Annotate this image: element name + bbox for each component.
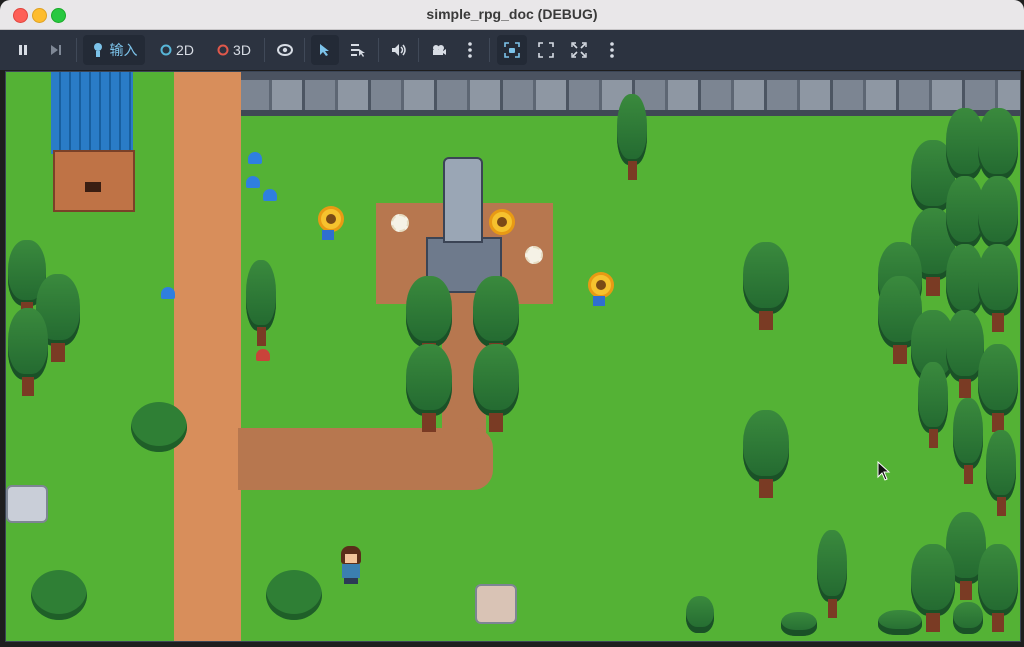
house-window: [85, 182, 101, 192]
blue-mushroom: [248, 152, 262, 164]
pine-tree: [918, 362, 948, 448]
input-toggle-button[interactable]: 输入: [83, 35, 145, 65]
pine-tree: [743, 410, 789, 498]
title-bar: simple_rpg_doc (DEBUG): [0, 0, 1024, 30]
pine-tree: [743, 242, 789, 330]
pause-button[interactable]: [10, 35, 36, 65]
blue-mushroom: [263, 189, 277, 201]
sunflower: [489, 209, 515, 235]
pine-tree: [878, 610, 922, 641]
expand-button[interactable]: [565, 35, 593, 65]
more-options-button[interactable]: [600, 35, 624, 65]
mute-button[interactable]: [385, 35, 413, 65]
pine-tree: [617, 94, 647, 180]
list-select-icon: [351, 44, 365, 57]
flower-pot: [593, 296, 605, 306]
pine-tree: [8, 308, 48, 396]
fullscreen-button[interactable]: [532, 35, 560, 65]
house-roof: [51, 72, 133, 154]
3d-icon: [217, 44, 229, 56]
pine-tree: [978, 344, 1018, 432]
more-icon: [468, 42, 472, 58]
pine-tree: [406, 344, 452, 432]
visibility-button[interactable]: [271, 35, 299, 65]
input-label: 输入: [109, 42, 138, 58]
daisy: [525, 246, 543, 264]
pine-tree: [953, 398, 983, 484]
pine-tree: [986, 430, 1016, 516]
pine-tree: [953, 602, 983, 641]
mode-3d-button[interactable]: 3D: [209, 35, 259, 65]
house: [51, 72, 135, 212]
dirt-path-horizontal: [238, 428, 493, 490]
sunflower: [588, 272, 614, 298]
fullscreen-icon: [538, 42, 554, 58]
daisy: [391, 214, 409, 232]
debug-toolbar: 输入 2D 3D: [0, 30, 1024, 70]
eye-icon: [277, 44, 293, 56]
window-title: simple_rpg_doc (DEBUG): [426, 6, 598, 22]
list-select-button[interactable]: [344, 35, 372, 65]
2d-icon: [160, 44, 172, 56]
player-character: [338, 546, 364, 584]
camera-icon: [433, 45, 446, 55]
house-wall: [53, 150, 135, 212]
camera-override-button[interactable]: [497, 35, 527, 65]
game-viewport[interactable]: [5, 71, 1021, 642]
input-icon: [93, 43, 102, 57]
camera-button[interactable]: [425, 35, 453, 65]
more-icon: [610, 42, 614, 58]
dirt-path-vertical: [174, 72, 241, 641]
sunflower: [318, 206, 344, 232]
pine-tree: [686, 596, 714, 641]
rock: [6, 485, 48, 523]
blue-mushroom: [161, 287, 175, 299]
next-frame-icon: [51, 45, 61, 55]
flower-bush: [266, 570, 322, 620]
mode-2d-button[interactable]: 2D: [152, 35, 202, 65]
pine-tree: [781, 612, 817, 641]
select-arrow-icon: [320, 44, 329, 56]
blue-mushroom: [246, 176, 260, 188]
pine-tree: [978, 244, 1018, 332]
camera-override-icon: [504, 42, 520, 58]
bush: [131, 402, 187, 452]
pine-tree: [246, 260, 276, 346]
expand-icon: [571, 42, 587, 58]
flower-pot: [322, 230, 334, 240]
berry-bush: [31, 570, 87, 620]
mode-2d-label: 2D: [176, 42, 194, 58]
pine-tree: [817, 530, 847, 618]
pine-tree: [978, 544, 1018, 632]
camera-options-button[interactable]: [458, 35, 482, 65]
red-mushroom: [256, 349, 270, 361]
pause-icon: [19, 45, 27, 55]
mouse-cursor-icon: [877, 461, 891, 481]
pine-tree: [473, 344, 519, 432]
mode-3d-label: 3D: [233, 42, 251, 58]
statue: [443, 157, 483, 243]
speaker-icon: [392, 44, 406, 56]
next-frame-button[interactable]: [43, 35, 69, 65]
select-button[interactable]: [311, 35, 339, 65]
ore-rock: [475, 584, 517, 624]
